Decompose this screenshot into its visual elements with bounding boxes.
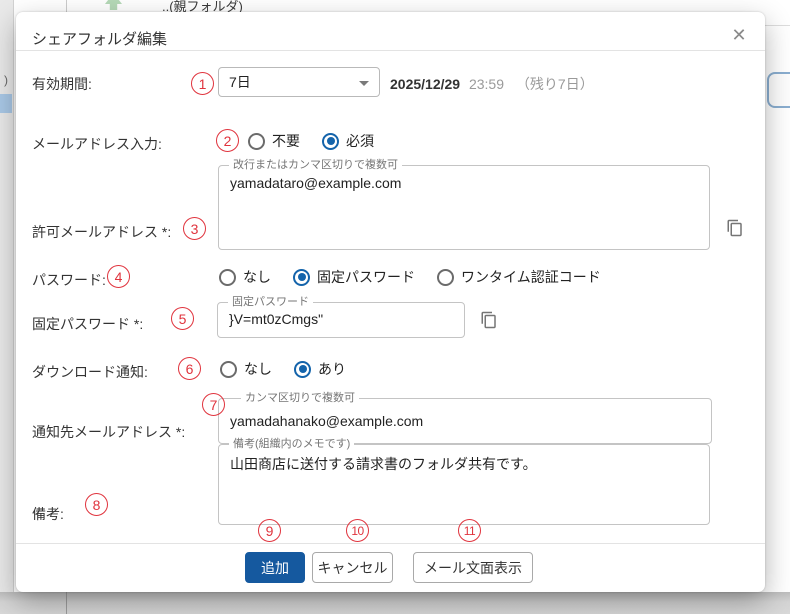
- allowed-emails-hint: 改行またはカンマ区切りで複数可: [229, 158, 402, 172]
- cancel-button[interactable]: キャンセル: [312, 552, 393, 583]
- copy-icon[interactable]: [725, 218, 745, 240]
- radio-not-required[interactable]: [248, 133, 265, 150]
- mail-preview-button[interactable]: メール文面表示: [413, 552, 533, 583]
- validity-label: 有効期間:: [32, 74, 92, 94]
- password-type-label: パスワード:: [32, 270, 106, 290]
- radio-password-none-label[interactable]: なし: [243, 267, 271, 287]
- annotation-badge-4: 4: [107, 265, 130, 288]
- screen: ..(親フォルダ) ) シェアフォルダ編集 ✕ 有効期間: 1 7日 2025/…: [0, 0, 790, 614]
- background-selection-fragment: [0, 94, 12, 113]
- annotation-badge-1: 1: [191, 72, 214, 95]
- title-divider: [16, 50, 765, 51]
- background-table-border-bottom: [66, 592, 67, 614]
- radio-onetime-code-label[interactable]: ワンタイム認証コード: [461, 267, 601, 287]
- background-divider-fragment: [765, 25, 790, 26]
- annotation-badge-8: 8: [85, 493, 108, 516]
- radio-required[interactable]: [322, 133, 339, 150]
- fixed-password-label: 固定パスワード *:: [32, 314, 143, 334]
- radio-notify-none-label[interactable]: なし: [244, 359, 272, 379]
- email-required-radio-group: 不要 必須: [248, 131, 396, 151]
- background-fragment-paren: ): [4, 73, 8, 87]
- radio-option-password-none[interactable]: なし: [219, 267, 271, 287]
- notify-emails-label: 通知先メールアドレス *:: [32, 422, 185, 442]
- remarks-hint: 備考(組織内のメモです): [229, 437, 354, 451]
- expiry-remaining: （残り7日）: [516, 76, 594, 92]
- close-icon[interactable]: ✕: [728, 24, 750, 46]
- background-left-strip: [0, 0, 14, 614]
- annotation-badge-2: 2: [216, 129, 239, 152]
- dialog-title: シェアフォルダ編集: [32, 28, 167, 49]
- remarks-textarea[interactable]: 備考(組織内のメモです) 山田商店に送付する請求書のフォルダ共有です。: [218, 444, 710, 525]
- annotation-badge-5: 5: [171, 307, 194, 330]
- chevron-down-icon: [359, 81, 369, 86]
- copy-password-icon[interactable]: [479, 310, 499, 332]
- add-button[interactable]: 追加: [245, 552, 305, 583]
- email-required-label: メールアドレス入力:: [32, 134, 162, 154]
- validity-expiry-text: 2025/12/29 23:59 （残り7日）: [390, 74, 594, 94]
- radio-option-required[interactable]: 必須: [322, 131, 374, 151]
- radio-option-not-required[interactable]: 不要: [248, 131, 300, 151]
- annotation-badge-7: 7: [202, 393, 225, 416]
- radio-fixed-password[interactable]: [293, 269, 310, 286]
- password-type-radio-group: なし 固定パスワード ワンタイム認証コード: [219, 267, 623, 287]
- download-notify-label: ダウンロード通知:: [32, 362, 148, 382]
- radio-required-label[interactable]: 必須: [346, 131, 374, 151]
- radio-notify-on-label[interactable]: あり: [318, 359, 346, 379]
- expiry-time: 23:59: [469, 76, 504, 92]
- background-button-fragment[interactable]: [767, 72, 790, 108]
- download-notify-radio-group: なし あり: [220, 359, 368, 379]
- annotation-badge-10: 10: [346, 519, 369, 542]
- annotation-badge-9: 9: [258, 519, 281, 542]
- radio-not-required-label[interactable]: 不要: [272, 131, 300, 151]
- footer-divider: [16, 543, 765, 544]
- share-folder-edit-dialog: シェアフォルダ編集 ✕ 有効期間: 1 7日 2025/12/29 23:59 …: [16, 12, 765, 592]
- background-bottom-band: [0, 592, 790, 614]
- radio-option-fixed-password[interactable]: 固定パスワード: [293, 267, 415, 287]
- validity-select-value: 7日: [229, 72, 251, 92]
- radio-password-none[interactable]: [219, 269, 236, 286]
- annotation-badge-11: 11: [458, 519, 481, 542]
- radio-option-notify-on[interactable]: あり: [294, 359, 346, 379]
- allowed-emails-label: 許可メールアドレス *:: [32, 222, 171, 242]
- expiry-date: 2025/12/29: [390, 76, 460, 92]
- annotation-badge-3: 3: [183, 217, 206, 240]
- notify-emails-hint: カンマ区切りで複数可: [241, 391, 359, 405]
- radio-option-onetime-code[interactable]: ワンタイム認証コード: [437, 267, 601, 287]
- fixed-password-hint: 固定パスワード: [228, 295, 313, 309]
- radio-option-notify-none[interactable]: なし: [220, 359, 272, 379]
- radio-onetime-code[interactable]: [437, 269, 454, 286]
- radio-notify-none[interactable]: [220, 361, 237, 378]
- radio-fixed-password-label[interactable]: 固定パスワード: [317, 267, 415, 287]
- remarks-label: 備考:: [32, 504, 64, 524]
- validity-select[interactable]: 7日: [218, 67, 380, 97]
- radio-notify-on[interactable]: [294, 361, 311, 378]
- allowed-emails-textarea[interactable]: 改行またはカンマ区切りで複数可 yamadataro@example.com: [218, 165, 710, 250]
- annotation-badge-6: 6: [178, 357, 201, 380]
- fixed-password-input[interactable]: 固定パスワード }V=mt0zCmgs": [217, 302, 465, 338]
